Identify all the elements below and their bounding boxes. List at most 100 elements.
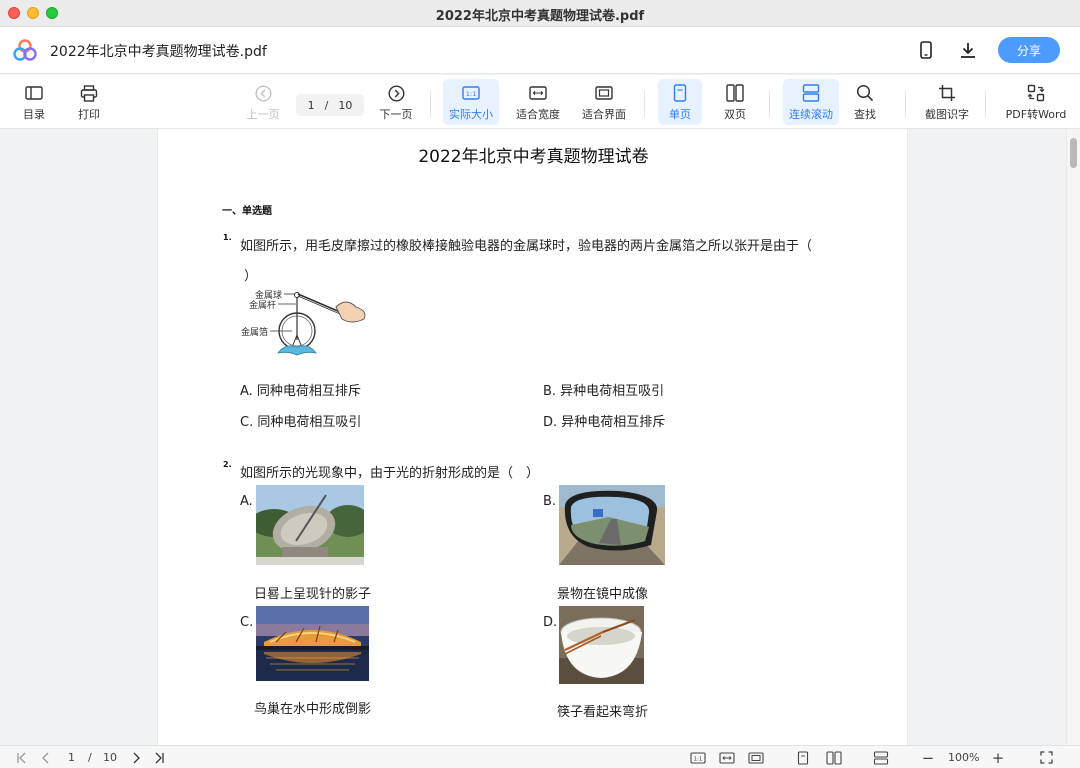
current-page-input[interactable]: 1 (308, 99, 315, 112)
chevron-right-circle-icon (387, 81, 405, 105)
toc-label: 目录 (23, 108, 45, 121)
fit-width-label: 适合宽度 (516, 108, 560, 121)
single-page-label: 单页 (669, 108, 691, 121)
total-pages: 10 (338, 98, 353, 112)
document-header: 2022年北京中考真题物理试卷.pdf 分享 (0, 27, 1080, 74)
pdf-page: 2022年北京中考真题物理试卷 一、单选题 1. 如图所示，用毛皮摩擦过的橡胶棒… (157, 129, 908, 745)
share-button[interactable]: 分享 (998, 37, 1060, 63)
question-1-option-d: D. 异种电荷相互排斥 (543, 415, 666, 430)
question-1-text-cont: ） (244, 269, 258, 284)
double-page-label: 双页 (724, 108, 746, 121)
prev-page-icon[interactable] (37, 746, 55, 768)
document-title: 2022年北京中考真题物理试卷.pdf (50, 44, 267, 60)
question-1-option-a: A. 同种电荷相互排斥 (240, 384, 361, 399)
question-2-option-a-caption: 日晷上呈现针的影子 (254, 587, 372, 602)
question-2-option-a-letter: A. (240, 494, 253, 509)
app-logo-icon (13, 39, 37, 61)
ocr-button[interactable]: 截图识字 (920, 79, 974, 125)
title-bar: 2022年北京中考真题物理试卷.pdf (0, 0, 1080, 27)
single-page-button[interactable]: 单页 (658, 79, 702, 125)
question-1-number: 1. (223, 233, 232, 242)
svg-text:1:1: 1:1 (466, 90, 476, 98)
double-page-small-icon[interactable] (823, 746, 845, 768)
fit-width-small-icon[interactable] (717, 746, 737, 768)
status-bar: 1 / 10 1:1 − 100% + (0, 745, 1080, 768)
fit-width-icon (529, 81, 547, 105)
figure-label-rod: 金属杆 (249, 299, 276, 310)
question-2-option-b-caption: 景物在镜中成像 (557, 587, 649, 602)
sidebar-icon (25, 81, 43, 105)
status-total-pages: 10 (103, 751, 117, 764)
mirror-photo (559, 485, 665, 565)
actual-size-icon: 1:1 (462, 81, 480, 105)
last-page-icon[interactable] (149, 746, 169, 768)
prev-page-label: 上一页 (246, 108, 280, 121)
toolbar: 目录 打印 上一页 1 / 10 下一页 1:1 实际大小 适合宽度 适合界面 … (0, 75, 1080, 129)
next-page-icon[interactable] (127, 746, 145, 768)
next-page-button[interactable]: 下一页 (376, 79, 416, 125)
section-heading: 一、单选题 (222, 206, 272, 217)
single-page-icon (673, 81, 687, 105)
double-page-button[interactable]: 双页 (713, 79, 757, 125)
download-icon[interactable] (956, 38, 980, 62)
fit-width-button[interactable]: 适合宽度 (512, 79, 564, 125)
question-2-text: 如图所示的光现象中，由于光的折射形成的是（ ） (240, 466, 540, 481)
zoom-out-button[interactable]: − (919, 746, 937, 768)
question-1-text: 如图所示，用毛皮摩擦过的橡胶棒接触验电器的金属球时，验电器的两片金属箔之所以张开… (240, 239, 813, 254)
app-window: 2022年北京中考真题物理试卷.pdf 2022年北京中考真题物理试卷.pdf … (0, 0, 1080, 768)
actual-size-button[interactable]: 1:1 实际大小 (443, 79, 499, 125)
toolbar-divider (430, 90, 431, 118)
actual-size-label: 实际大小 (449, 108, 493, 121)
page-separator: / (324, 98, 329, 112)
zoom-level[interactable]: 100% (948, 746, 979, 768)
question-2-option-c-caption: 鸟巢在水中形成倒影 (254, 702, 372, 717)
print-button[interactable]: 打印 (69, 79, 109, 125)
find-button[interactable]: 查找 (845, 79, 885, 125)
sundial-photo (256, 485, 364, 565)
toc-button[interactable]: 目录 (14, 79, 54, 125)
toolbar-divider (905, 90, 906, 118)
continuous-scroll-button[interactable]: 连续滚动 (783, 79, 839, 125)
question-1-option-b: B. 异种电荷相互吸引 (543, 384, 665, 399)
question-2-option-d-letter: D. (543, 615, 558, 630)
continuous-scroll-small-icon[interactable] (870, 746, 892, 768)
electroscope-diagram: 金属球 金属杆 金属箔 (241, 289, 366, 356)
first-page-icon[interactable] (12, 746, 32, 768)
toolbar-divider (644, 90, 645, 118)
vertical-scrollbar[interactable] (1066, 129, 1080, 745)
question-1-option-c: C. 同种电荷相互吸引 (240, 415, 362, 430)
exam-title: 2022年北京中考真题物理试卷 (418, 147, 649, 167)
document-viewport[interactable]: 2022年北京中考真题物理试卷 一、单选题 1. 如图所示，用毛皮摩擦过的橡胶棒… (0, 129, 1080, 745)
double-page-icon (726, 81, 744, 105)
continuous-scroll-icon (802, 81, 820, 105)
find-label: 查找 (854, 108, 876, 121)
continuous-scroll-label: 连续滚动 (789, 108, 833, 121)
mobile-icon[interactable] (914, 38, 938, 62)
birds-nest-photo (256, 606, 369, 681)
printer-icon (80, 81, 98, 105)
print-label: 打印 (78, 108, 100, 121)
fullscreen-icon[interactable] (1036, 746, 1056, 768)
crop-icon (938, 81, 956, 105)
scrollbar-thumb[interactable] (1070, 138, 1077, 168)
question-2-option-c-letter: C. (240, 615, 254, 630)
fit-screen-button[interactable]: 适合界面 (578, 79, 630, 125)
zoom-in-button[interactable]: + (989, 746, 1007, 768)
pdf-to-word-button[interactable]: PDF转Word (1000, 79, 1072, 125)
next-page-label: 下一页 (379, 108, 413, 121)
convert-icon (1027, 81, 1045, 105)
fit-screen-icon (595, 81, 613, 105)
question-2-option-d-caption: 筷子看起来弯折 (557, 705, 649, 720)
actual-size-small-icon[interactable]: 1:1 (688, 746, 708, 768)
status-page-sep: / (88, 751, 92, 764)
question-2-option-b-letter: B. (543, 494, 557, 509)
figure-label-foil: 金属箔 (241, 326, 268, 337)
svg-text:1:1: 1:1 (694, 756, 703, 762)
fit-screen-small-icon[interactable] (746, 746, 766, 768)
prev-page-button[interactable]: 上一页 (243, 79, 283, 125)
status-current-page[interactable]: 1 (68, 746, 75, 768)
page-number-box[interactable]: 1 / 10 (296, 94, 364, 116)
pdf-to-word-label: PDF转Word (1005, 108, 1067, 121)
single-page-small-icon[interactable] (793, 746, 813, 768)
window-title: 2022年北京中考真题物理试卷.pdf (435, 9, 645, 24)
